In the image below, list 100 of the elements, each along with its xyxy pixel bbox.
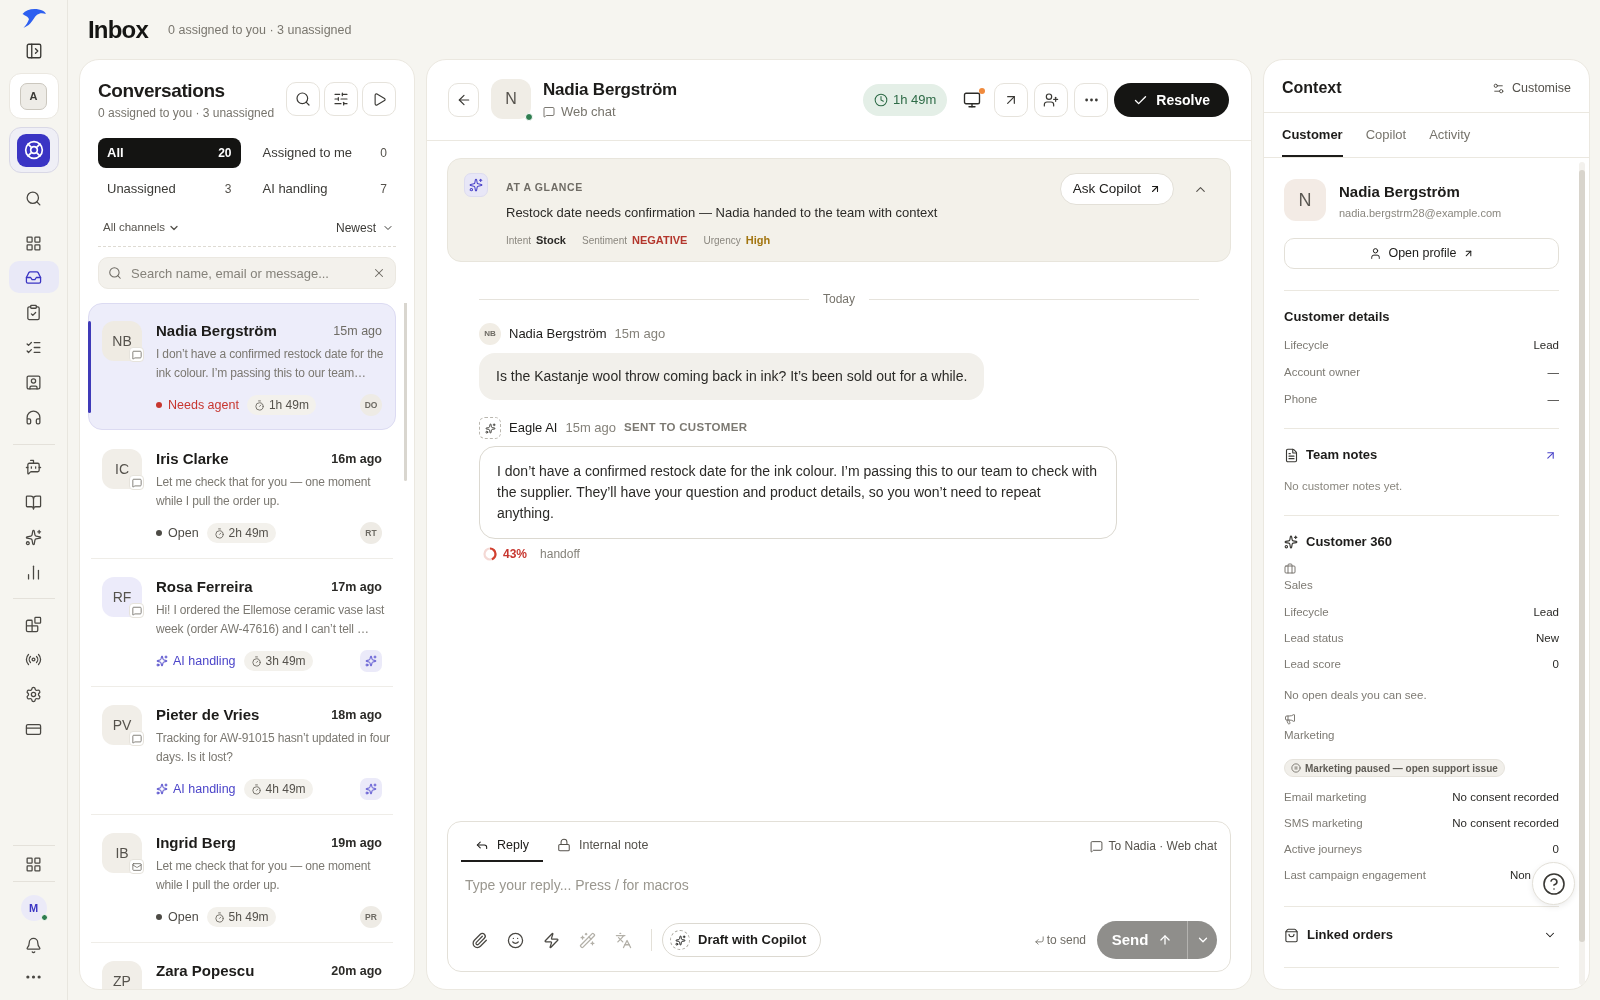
avatar: NB [102, 321, 142, 361]
group-title: Marketing [1284, 728, 1336, 743]
contact-card-icon [25, 373, 42, 391]
scrollbar[interactable] [1579, 170, 1585, 942]
section-label: AT A GLANCE [506, 180, 584, 195]
field-label: Active journeys [1284, 842, 1362, 858]
conversation-item[interactable]: RF Rosa Ferreira 17m ago Hi! I ordered the Ellemose ceramic vase last week (order AW-47616) and I can’t tell … AI handling 3h 49m [88, 559, 396, 686]
message-preview: Tracking for AW-91015 hasn’t updated in four days. Is it lost? [156, 730, 390, 766]
help-button[interactable] [1532, 862, 1575, 905]
field-value: — [1547, 392, 1559, 408]
sparkles-icon [464, 173, 488, 197]
assign-button[interactable] [1034, 83, 1069, 117]
reply-arrow-icon [475, 838, 489, 852]
customise-button[interactable]: Customise [1491, 78, 1571, 98]
field-label: SMS marketing [1284, 816, 1363, 832]
search-field[interactable]: Search name, email or message... [98, 257, 396, 289]
message-time: 16m ago [331, 450, 382, 468]
filter-tab[interactable]: Unassigned 3 [98, 174, 241, 204]
contact-name: Iris Clarke [156, 448, 229, 469]
recipient-label: To Nadia · Web chat [1108, 838, 1217, 855]
filter-tab[interactable]: All 20 [98, 138, 241, 168]
contact-name: Pieter de Vries [156, 704, 260, 725]
tag-label: Intent [506, 233, 532, 248]
sort-dropdown[interactable]: Newest [336, 218, 396, 238]
message-time: 15m ago [614, 325, 666, 344]
document-icon [1284, 447, 1299, 463]
message-time: 17m ago [331, 578, 382, 596]
app-button[interactable] [17, 133, 50, 167]
panel-title: Conversations [98, 79, 226, 103]
more-icon [1084, 98, 1098, 102]
field-value: 0 [1552, 657, 1559, 673]
search-icon [295, 91, 311, 107]
linked-orders-toggle[interactable]: Linked orders [1284, 925, 1559, 945]
user-avatar[interactable]: M [20, 895, 47, 921]
workspace-button[interactable]: A [20, 82, 47, 110]
channel-filter-dropdown[interactable]: All channels [98, 218, 180, 238]
status-label: AI handling [173, 780, 236, 798]
context-tab[interactable]: Copilot [1365, 113, 1407, 157]
message-bubble: Is the Kastanje wool throw coming back in ink? It’s been sold out for a while. [479, 353, 985, 400]
conversation-item[interactable]: IB Ingrid Berg 19m ago Let me check that for you — one moment while I pull the order up. Open 5h 49m PR [88, 815, 396, 942]
conversation-item[interactable]: ZP Zara Popescu 20m ago [88, 943, 396, 989]
briefcase-icon [1284, 563, 1296, 575]
message-time: 15m ago [333, 322, 382, 340]
sliders-icon [1491, 81, 1505, 95]
page-subtitle: 0 assigned to you · 3 unassigned [168, 22, 352, 40]
contact-name: Nadia Bergström [543, 78, 677, 101]
tag-value: High [745, 232, 771, 248]
resolve-button[interactable]: Resolve [1114, 83, 1229, 117]
context-tab[interactable]: Customer [1282, 113, 1343, 157]
composer-tab[interactable]: Internal note [542, 830, 663, 862]
nav-button[interactable] [8, 261, 59, 293]
tag-label: Urgency [703, 233, 741, 248]
tag-label: Sentiment [582, 233, 628, 248]
elapsed-time: 4h 49m [265, 781, 306, 798]
customer-email: nadia.bergstrm28@example.com [1339, 206, 1502, 221]
search-button[interactable] [286, 82, 320, 116]
field-label: Email marketing [1284, 790, 1367, 806]
filter-tab[interactable]: Assigned to me 0 [253, 138, 396, 168]
message-preview: Let me check that for you — one moment while I pull the order up. [156, 474, 372, 510]
elapsed-time: 2h 49m [228, 525, 269, 542]
customer-name: Nadia Bergström [1339, 182, 1461, 202]
field-value: — [1547, 365, 1559, 381]
conversation-item[interactable]: PV Pieter de Vries 18m ago Tracking for AW-91015 hasn’t updated in four days. Is it lost? AI handling 4h 49m [88, 687, 396, 814]
page-title: Inbox [88, 14, 148, 45]
bar-chart-icon [25, 563, 42, 581]
paperclip-icon [470, 931, 488, 949]
back-button[interactable] [448, 83, 479, 117]
play-button[interactable] [362, 82, 396, 116]
logo-icon [21, 7, 46, 29]
grid-icon [25, 855, 42, 873]
section-title: Team notes [1306, 446, 1378, 465]
conversation-item[interactable]: IC Iris Clarke 16m ago Let me check that for you — one moment while I pull the order up. Open 2h 49m RT [88, 431, 396, 558]
shopping-bag-icon [1284, 927, 1299, 943]
field-label: Lead score [1284, 657, 1341, 673]
conversation-item[interactable]: NB Nadia Bergström 15m ago I don’t have a confirmed restock date for the ink colour. I’m passing this to our team… Needs agent 1h 49m DO [88, 303, 396, 430]
monitor-icon [963, 91, 982, 109]
blocks-icon [25, 615, 42, 633]
composer-tab[interactable]: Reply [461, 830, 543, 862]
search-icon [25, 189, 42, 207]
lock-icon [556, 838, 571, 852]
field-label: Lifecycle [1284, 338, 1329, 354]
message-time: 20m ago [331, 962, 382, 980]
open-profile-button[interactable]: Open profile [1284, 238, 1559, 269]
context-tab[interactable]: Activity [1429, 113, 1471, 157]
elapsed-time: 3h 49m [265, 653, 306, 670]
status-label: Needs agent [168, 396, 239, 414]
status-label: Open [168, 908, 199, 926]
message-time: 19m ago [331, 834, 382, 852]
clear-search-button[interactable] [372, 266, 386, 280]
filter-tab[interactable]: AI handling 7 [253, 174, 396, 204]
panel-title: Context [1282, 78, 1342, 98]
filter-button[interactable] [324, 82, 358, 116]
channel-label: Web chat [561, 102, 616, 121]
scrollbar[interactable] [403, 303, 407, 481]
ask-copilot-button[interactable]: Ask Copilot [1059, 173, 1174, 205]
clock-icon [873, 93, 888, 107]
reply-input[interactable]: Type your reply... Press / for macros [461, 872, 1217, 898]
message-time: 15m ago [565, 419, 617, 438]
section-title: Customer 360 [1306, 533, 1392, 552]
field-value: Non [1509, 868, 1531, 884]
